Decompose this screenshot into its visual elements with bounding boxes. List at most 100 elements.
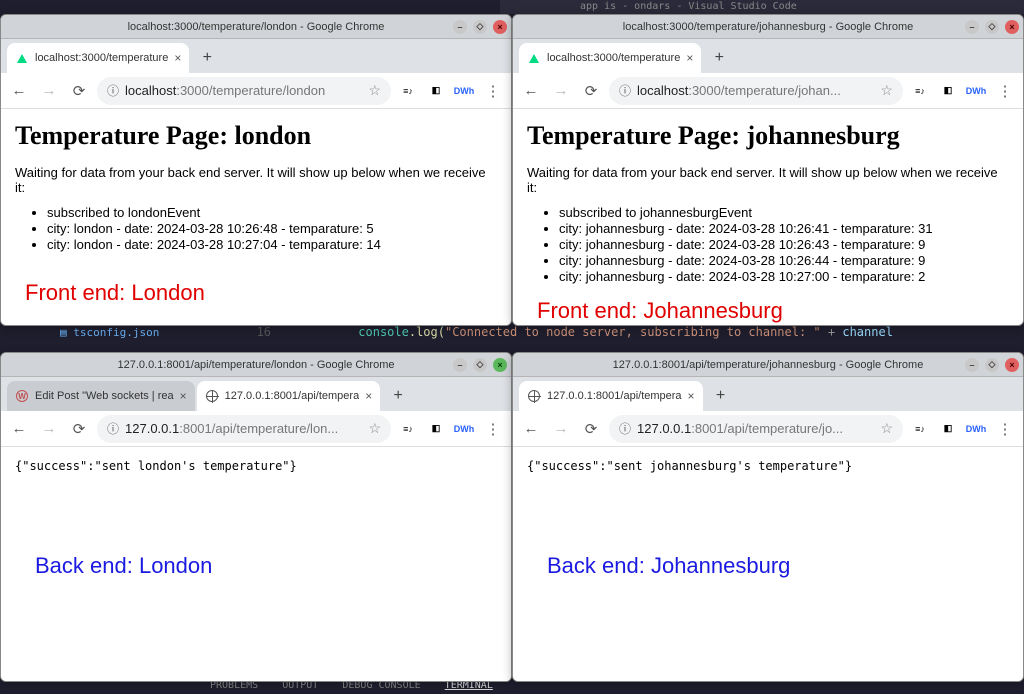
new-tab-button[interactable]: + xyxy=(386,384,410,408)
annotation-label: Back end: London xyxy=(15,553,497,579)
forward-button[interactable]: → xyxy=(549,417,573,441)
new-tab-button[interactable]: + xyxy=(707,46,731,70)
back-button[interactable]: ← xyxy=(7,79,31,103)
list-item: city: london - date: 2024-03-28 10:27:04… xyxy=(47,237,497,252)
window-close-button[interactable]: × xyxy=(493,358,507,372)
chrome-menu-button[interactable]: ⋮ xyxy=(481,417,505,441)
browser-tab[interactable]: 127.0.0.1:8001/api/tempera × xyxy=(519,381,703,411)
list-item: city: johannesburg - date: 2024-03-28 10… xyxy=(559,221,1009,236)
browser-tab[interactable]: 127.0.0.1:8001/api/tempera × xyxy=(197,381,381,411)
address-bar[interactable]: ⓘ 127.0.0.1:8001/api/temperature/jo... ☆ xyxy=(609,415,903,443)
chrome-menu-button[interactable]: ⋮ xyxy=(993,417,1017,441)
back-button[interactable]: ← xyxy=(519,417,543,441)
globe-icon xyxy=(527,389,541,403)
reload-button[interactable]: ⟳ xyxy=(67,417,91,441)
forward-button[interactable]: → xyxy=(549,79,573,103)
browser-toolbar: ← → ⟳ ⓘ localhost:3000/temperature/londo… xyxy=(1,73,511,109)
new-tab-button[interactable]: + xyxy=(709,384,733,408)
bookmark-star-icon[interactable]: ☆ xyxy=(368,420,381,437)
nuxt-icon xyxy=(527,51,541,65)
window-close-button[interactable]: × xyxy=(1005,20,1019,34)
extension-dwh-icon[interactable]: DWh xyxy=(965,418,987,440)
window-close-button[interactable]: × xyxy=(1005,358,1019,372)
site-info-icon[interactable]: ⓘ xyxy=(619,82,631,99)
new-tab-button[interactable]: + xyxy=(195,46,219,70)
window-titlebar[interactable]: 127.0.0.1:8001/api/temperature/london - … xyxy=(1,353,511,377)
window-titlebar[interactable]: 127.0.0.1:8001/api/temperature/johannesb… xyxy=(513,353,1023,377)
window-title: 127.0.0.1:8001/api/temperature/johannesb… xyxy=(613,359,924,371)
forward-button[interactable]: → xyxy=(37,79,61,103)
forward-button[interactable]: → xyxy=(37,417,61,441)
page-content: {"success":"sent london's temperature"} … xyxy=(1,447,511,681)
tab-title: 127.0.0.1:8001/api/tempera xyxy=(225,390,360,402)
browser-tab-inactive[interactable]: W Edit Post "Web sockets | rea × xyxy=(7,381,195,411)
side-panel-icon[interactable]: ◧ xyxy=(425,418,447,440)
tab-close-icon[interactable]: × xyxy=(688,389,695,403)
extension-dwh-icon[interactable]: DWh xyxy=(453,80,475,102)
reload-button[interactable]: ⟳ xyxy=(579,79,603,103)
window-minimize-button[interactable]: – xyxy=(965,358,979,372)
side-panel-icon[interactable]: ◧ xyxy=(425,80,447,102)
json-response: {"success":"sent johannesburg's temperat… xyxy=(527,459,1009,473)
vscode-topbar: app is - ondars - Visual Studio Code xyxy=(500,0,1024,14)
list-item: city: johannesburg - date: 2024-03-28 10… xyxy=(559,253,1009,268)
address-bar[interactable]: ⓘ localhost:3000/temperature/london ☆ xyxy=(97,77,391,105)
back-button[interactable]: ← xyxy=(519,79,543,103)
tabstrip: W Edit Post "Web sockets | rea × 127.0.0… xyxy=(1,377,511,411)
back-button[interactable]: ← xyxy=(7,417,31,441)
tab-close-icon[interactable]: × xyxy=(180,389,187,403)
window-maximize-button[interactable]: ◇ xyxy=(473,20,487,34)
wordpress-icon: W xyxy=(15,389,29,403)
tab-close-icon[interactable]: × xyxy=(174,51,181,65)
json-response: {"success":"sent london's temperature"} xyxy=(15,459,497,473)
reload-button[interactable]: ⟳ xyxy=(67,79,91,103)
tab-close-icon[interactable]: × xyxy=(686,51,693,65)
window-titlebar[interactable]: localhost:3000/temperature/london - Goog… xyxy=(1,15,511,39)
window-maximize-button[interactable]: ◇ xyxy=(473,358,487,372)
url-text: 127.0.0.1:8001/api/temperature/lon... xyxy=(125,421,338,436)
annotation-label: Front end: Johannesburg xyxy=(527,298,1009,324)
window-maximize-button[interactable]: ◇ xyxy=(985,20,999,34)
address-bar[interactable]: ⓘ localhost:3000/temperature/johan... ☆ xyxy=(609,77,903,105)
extension-icon[interactable]: ≡♪ xyxy=(397,418,419,440)
side-panel-icon[interactable]: ◧ xyxy=(937,418,959,440)
event-list: subscribed to londonEvent city: london -… xyxy=(15,205,497,252)
extension-dwh-icon[interactable]: DWh xyxy=(453,418,475,440)
site-info-icon[interactable]: ⓘ xyxy=(107,82,119,99)
tabstrip: localhost:3000/temperature × + xyxy=(1,39,511,73)
list-item: subscribed to johannesburgEvent xyxy=(559,205,1009,220)
window-minimize-button[interactable]: – xyxy=(453,358,467,372)
browser-toolbar: ← → ⟳ ⓘ 127.0.0.1:8001/api/temperature/l… xyxy=(1,411,511,447)
window-maximize-button[interactable]: ◇ xyxy=(985,358,999,372)
tab-title: 127.0.0.1:8001/api/tempera xyxy=(547,390,682,402)
extension-dwh-icon[interactable]: DWh xyxy=(965,80,987,102)
window-titlebar[interactable]: localhost:3000/temperature/johannesburg … xyxy=(513,15,1023,39)
extension-icon[interactable]: ≡♪ xyxy=(909,80,931,102)
browser-tab[interactable]: localhost:3000/temperature × xyxy=(519,43,701,73)
list-item: city: johannesburg - date: 2024-03-28 10… xyxy=(559,269,1009,284)
extension-icon[interactable]: ≡♪ xyxy=(909,418,931,440)
window-title: 127.0.0.1:8001/api/temperature/london - … xyxy=(117,359,394,371)
site-info-icon[interactable]: ⓘ xyxy=(107,420,119,437)
bookmark-star-icon[interactable]: ☆ xyxy=(880,420,893,437)
bookmark-star-icon[interactable]: ☆ xyxy=(880,82,893,99)
extension-icon[interactable]: ≡♪ xyxy=(397,80,419,102)
side-panel-icon[interactable]: ◧ xyxy=(937,80,959,102)
window-close-button[interactable]: × xyxy=(493,20,507,34)
window-minimize-button[interactable]: – xyxy=(453,20,467,34)
address-bar[interactable]: ⓘ 127.0.0.1:8001/api/temperature/lon... … xyxy=(97,415,391,443)
list-item: subscribed to londonEvent xyxy=(47,205,497,220)
reload-button[interactable]: ⟳ xyxy=(579,417,603,441)
chrome-menu-button[interactable]: ⋮ xyxy=(993,79,1017,103)
bookmark-star-icon[interactable]: ☆ xyxy=(368,82,381,99)
site-info-icon[interactable]: ⓘ xyxy=(619,420,631,437)
browser-tab[interactable]: localhost:3000/temperature × xyxy=(7,43,189,73)
tab-close-icon[interactable]: × xyxy=(365,389,372,403)
window-minimize-button[interactable]: – xyxy=(965,20,979,34)
browser-toolbar: ← → ⟳ ⓘ 127.0.0.1:8001/api/temperature/j… xyxy=(513,411,1023,447)
window-title: localhost:3000/temperature/johannesburg … xyxy=(623,21,913,33)
vscode-code-snippet: ▤ tsconfig.json 16 console.log("Connecte… xyxy=(60,325,1014,339)
vscode-lineno: 16 xyxy=(257,325,271,339)
nuxt-icon xyxy=(15,51,29,65)
chrome-menu-button[interactable]: ⋮ xyxy=(481,79,505,103)
